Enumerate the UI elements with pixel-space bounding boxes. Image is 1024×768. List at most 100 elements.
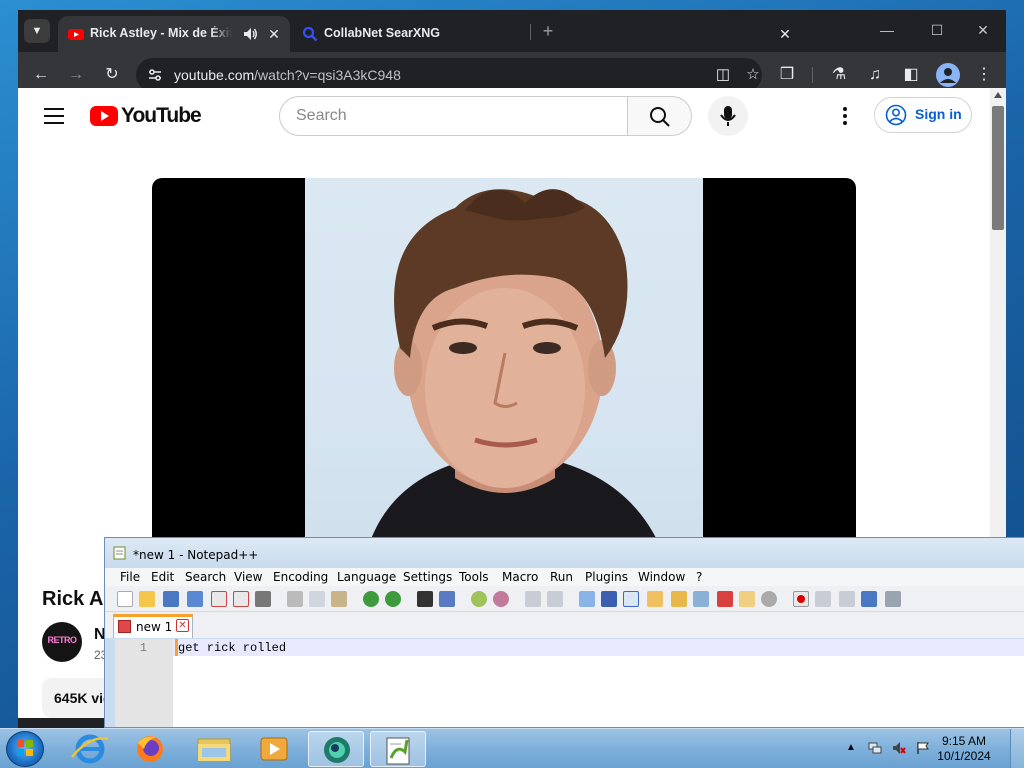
close-file-icon[interactable] [211,591,227,607]
tab-search-button[interactable]: ▼ [24,19,50,43]
menu-language[interactable]: Language [337,570,396,584]
speaker-icon[interactable] [242,26,258,42]
file-tab-new-1[interactable]: new 1 ✕ [113,614,193,638]
action-center-flag-icon[interactable] [916,741,930,755]
menu-run[interactable]: Run [550,570,573,584]
menu-view[interactable]: View [234,570,262,584]
internet-explorer-icon [71,734,109,764]
taskbar-notepad-plus-plus[interactable] [370,731,426,767]
site-info-icon[interactable] [146,66,164,84]
copy-icon[interactable] [309,591,325,607]
profile-avatar-icon[interactable] [936,63,960,87]
youtube-logo-text[interactable]: YouTube [121,104,202,128]
url-text: youtube.com/watch?v=qsi3A3kC948 [174,67,401,83]
menu-edit[interactable]: Edit [151,570,174,584]
labs-flask-icon[interactable]: ⚗ [828,64,850,86]
forward-icon[interactable]: → [65,64,87,86]
menu-macro[interactable]: Macro [502,570,538,584]
new-tab-icon[interactable]: + [538,21,558,41]
minimize-icon[interactable]: — [872,20,902,40]
taskbar-firefox[interactable] [122,731,178,767]
play-macro-icon[interactable] [839,591,855,607]
cut-icon[interactable] [287,591,303,607]
taskbar-internet-explorer[interactable] [62,731,118,767]
scroll-thumb[interactable] [992,106,1004,230]
scroll-up-icon[interactable] [994,92,1002,98]
search-button[interactable] [628,96,692,136]
menu-help[interactable]: ? [696,570,702,584]
reload-icon[interactable]: ↻ [101,64,123,86]
sign-in-button[interactable]: Sign in [874,97,972,133]
show-hidden-icons-icon[interactable]: ▲ [846,741,860,755]
youtube-logo-icon[interactable] [90,106,118,126]
new-file-icon[interactable] [117,591,133,607]
find-icon[interactable] [417,591,433,607]
search-input[interactable]: Search [279,96,628,136]
save-icon[interactable] [163,591,179,607]
monitoring-icon[interactable] [761,591,777,607]
extensions-icon[interactable]: ❒ [776,64,798,86]
word-wrap-icon[interactable] [579,591,595,607]
cast-icon[interactable]: ◫ [714,66,732,84]
sync-vertical-icon[interactable] [525,591,541,607]
paste-icon[interactable] [331,591,347,607]
language-icon[interactable] [647,591,663,607]
close-tab-icon[interactable]: ✕ [776,25,794,43]
more-options-icon[interactable] [840,106,850,126]
editor-area[interactable]: 1 get rick rolled I [115,639,1024,727]
replace-icon[interactable] [439,591,455,607]
back-icon[interactable]: ← [30,64,52,86]
show-desktop-button[interactable] [1010,729,1024,768]
close-window-icon[interactable]: ✕ [968,20,998,40]
editor-text[interactable]: get rick rolled [178,641,286,655]
record-macro-icon[interactable] [793,591,809,607]
taskbar-file-explorer[interactable] [186,731,242,767]
indent-guide-icon[interactable] [623,591,639,607]
channel-avatar[interactable]: RETRO [42,622,82,662]
open-file-icon[interactable] [139,591,155,607]
print-icon[interactable] [255,591,271,607]
close-tab-icon[interactable]: ✕ [265,25,283,43]
function-list-icon[interactable] [717,591,733,607]
hamburger-menu-icon[interactable] [44,108,64,124]
taskbar-browser[interactable] [308,731,364,767]
start-button[interactable] [6,731,44,767]
chrome-menu-icon[interactable]: ⋮ [973,64,995,86]
undo-icon[interactable] [363,591,379,607]
close-all-icon[interactable] [233,591,249,607]
voice-search-button[interactable] [708,96,748,136]
zoom-out-icon[interactable] [493,591,509,607]
menu-plugins[interactable]: Plugins [585,570,628,584]
stop-macro-icon[interactable] [815,591,831,607]
menu-file[interactable]: File [120,570,140,584]
maximize-icon[interactable]: ☐ [922,20,952,40]
address-bar[interactable]: youtube.com/watch?v=qsi3A3kC948 ◫ ☆ [136,58,762,92]
taskbar-media-player[interactable] [246,731,302,767]
system-clock[interactable]: 9:15 AM 10/1/2024 [934,734,994,764]
network-icon[interactable] [868,741,882,755]
zoom-in-icon[interactable] [471,591,487,607]
menu-encoding[interactable]: Encoding [273,570,328,584]
close-file-tab-icon[interactable]: ✕ [176,619,189,632]
doc-list-icon[interactable] [693,591,709,607]
menu-settings[interactable]: Settings [403,570,452,584]
redo-icon[interactable] [385,591,401,607]
volume-muted-icon[interactable] [892,741,906,755]
tab-searxng[interactable]: CollabNet SearXNG ✕ [292,16,791,52]
notepad-title-bar[interactable]: *new 1 - Notepad++ [105,538,1024,568]
folder-workspace-icon[interactable] [739,591,755,607]
media-controls-icon[interactable]: ♫ [864,64,886,86]
menu-search[interactable]: Search [185,570,226,584]
side-panel-icon[interactable]: ◧ [900,64,922,86]
menu-tools[interactable]: Tools [459,570,489,584]
doc-map-icon[interactable] [671,591,687,607]
menu-window[interactable]: Window [638,570,685,584]
show-all-chars-icon[interactable] [601,591,617,607]
bookmark-star-icon[interactable]: ☆ [744,66,762,84]
tab-youtube[interactable]: Rick Astley - Mix de Éxitos ✕ [58,16,290,52]
save-all-icon[interactable] [187,591,203,607]
save-macro-icon[interactable] [885,591,901,607]
video-player[interactable] [152,178,856,558]
run-macro-multiple-icon[interactable] [861,591,877,607]
sync-horizontal-icon[interactable] [547,591,563,607]
